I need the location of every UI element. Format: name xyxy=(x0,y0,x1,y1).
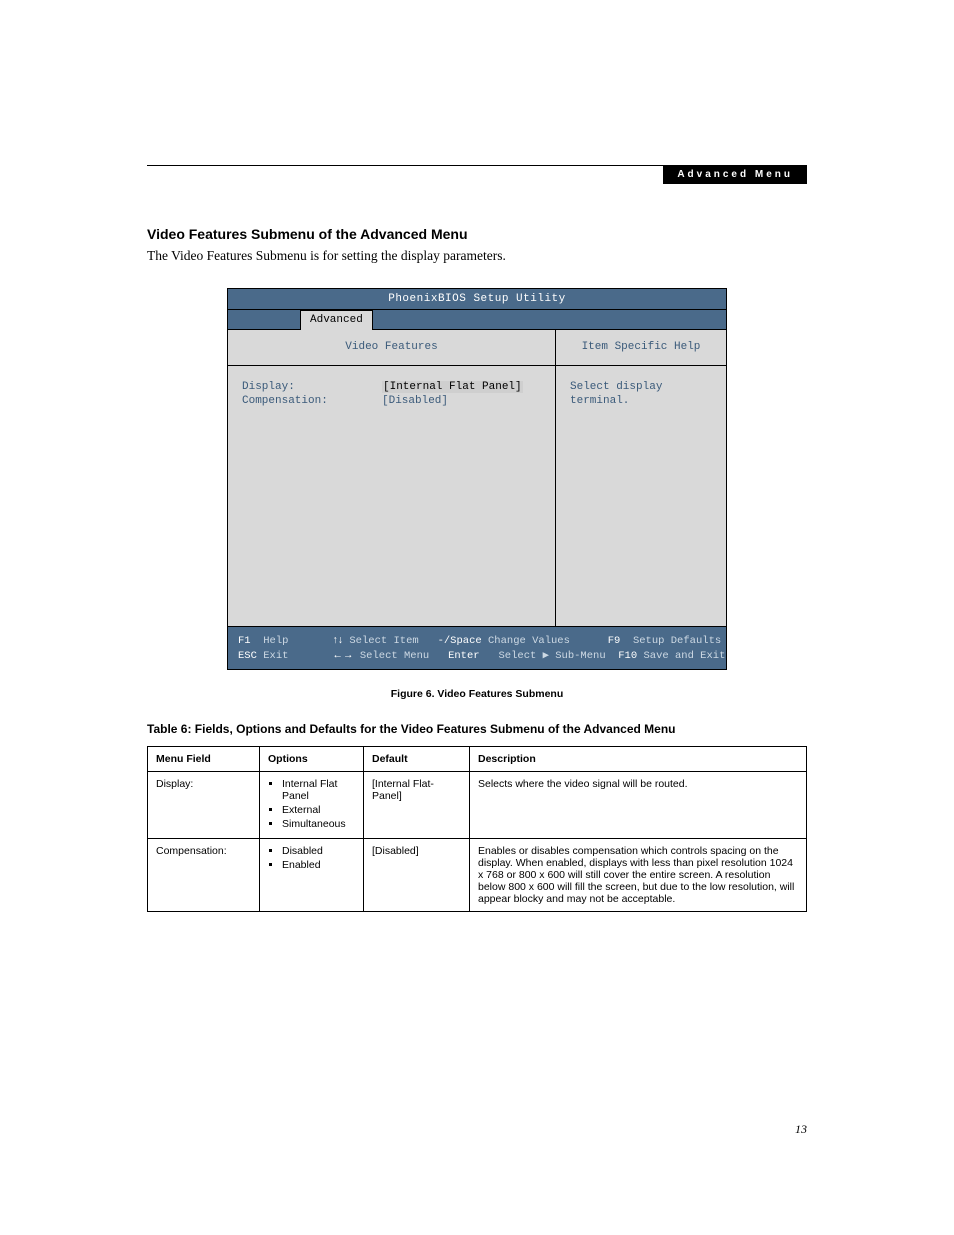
header-chip: Advanced Menu xyxy=(663,165,807,184)
bios-key-f9-label: Setup Defaults xyxy=(633,635,721,647)
cell-options: Disabled Enabled xyxy=(260,839,364,912)
table-row: Display: Internal Flat Panel External Si… xyxy=(148,772,807,839)
bios-tab-advanced[interactable]: Advanced xyxy=(300,310,373,330)
bios-left-header: Video Features xyxy=(228,330,555,366)
bios-key-space: -/Space xyxy=(438,635,482,647)
bios-field-compensation-label: Compensation: xyxy=(242,394,382,409)
bios-key-f10: F10 xyxy=(618,650,637,662)
cell-field: Compensation: xyxy=(148,839,260,912)
bios-window: PhoenixBIOS Setup Utility Advanced Video… xyxy=(227,288,727,670)
bios-left-pane: Video Features Display: [Internal Flat P… xyxy=(228,330,556,626)
list-item: External xyxy=(282,804,355,816)
bios-key-f10-label: Save and Exit xyxy=(643,650,725,662)
bios-key-enter: Enter xyxy=(448,650,480,662)
th-options: Options xyxy=(260,747,364,772)
bios-field-display[interactable]: Display: [Internal Flat Panel] xyxy=(242,380,541,395)
bios-key-leftright: ←→ xyxy=(333,649,354,661)
th-menu-field: Menu Field xyxy=(148,747,260,772)
bios-key-updown: ↑↓ xyxy=(333,634,344,646)
table-row: Compensation: Disabled Enabled [Disabled… xyxy=(148,839,807,912)
th-description: Description xyxy=(470,747,807,772)
bios-field-display-value[interactable]: [Internal Flat Panel] xyxy=(382,381,523,393)
bios-key-esc: ESC xyxy=(238,650,257,662)
bios-key-f1-label: Help xyxy=(263,635,288,647)
cell-default: [Internal Flat-Panel] xyxy=(364,772,470,839)
page-number: 13 xyxy=(147,1122,807,1137)
bios-key-esc-label: Exit xyxy=(263,650,288,662)
cell-field: Display: xyxy=(148,772,260,839)
bios-key-leftright-label: Select Menu xyxy=(360,650,429,662)
bios-help-text: Select display terminal. xyxy=(556,366,726,626)
cell-default: [Disabled] xyxy=(364,839,470,912)
section-intro: The Video Features Submenu is for settin… xyxy=(147,248,807,264)
bios-title: PhoenixBIOS Setup Utility xyxy=(228,289,726,310)
bios-key-enter-label: Select ▶ Sub-Menu xyxy=(499,650,606,662)
bios-tab-spacer xyxy=(228,310,300,329)
bios-field-compensation[interactable]: Compensation: [Disabled] xyxy=(242,394,541,409)
list-item: Enabled xyxy=(282,859,355,871)
options-table: Menu Field Options Default Description D… xyxy=(147,746,807,912)
cell-description: Selects where the video signal will be r… xyxy=(470,772,807,839)
list-item: Disabled xyxy=(282,845,355,857)
bios-key-f1: F1 xyxy=(238,635,251,647)
bios-tab-row: Advanced xyxy=(228,310,726,330)
header-bar: Advanced Menu xyxy=(147,165,807,184)
table-header-row: Menu Field Options Default Description xyxy=(148,747,807,772)
section-title: Video Features Submenu of the Advanced M… xyxy=(147,226,807,242)
bios-key-updown-label: Select Item xyxy=(349,635,418,647)
cell-options: Internal Flat Panel External Simultaneou… xyxy=(260,772,364,839)
bios-field-display-label: Display: xyxy=(242,380,382,395)
bios-right-pane: Item Specific Help Select display termin… xyxy=(556,330,726,626)
bios-key-f9: F9 xyxy=(608,635,621,647)
table-title: Table 6: Fields, Options and Defaults fo… xyxy=(147,722,807,736)
list-item: Simultaneous xyxy=(282,818,355,830)
bios-field-compensation-value[interactable]: [Disabled] xyxy=(382,394,541,409)
cell-description: Enables or disables compensation which c… xyxy=(470,839,807,912)
bios-footer: F1 Help ↑↓ Select Item -/Space Change Va… xyxy=(228,626,726,669)
list-item: Internal Flat Panel xyxy=(282,778,355,802)
figure-caption: Figure 6. Video Features Submenu xyxy=(147,688,807,700)
bios-right-header: Item Specific Help xyxy=(556,330,726,366)
th-default: Default xyxy=(364,747,470,772)
bios-key-space-label: Change Values xyxy=(488,635,570,647)
